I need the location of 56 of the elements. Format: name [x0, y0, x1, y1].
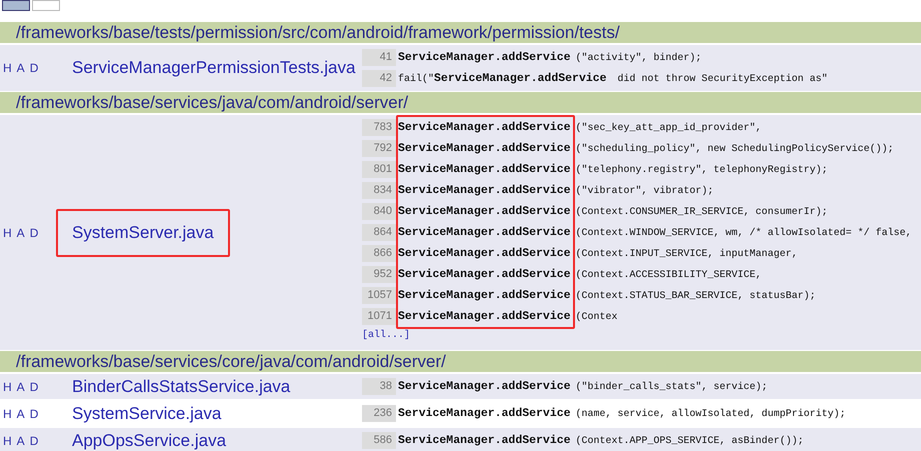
line-number: 952	[362, 266, 396, 283]
line-number: 586	[362, 432, 396, 449]
code-line: ServiceManager.addService("telephony.registry", telephonyRegistry);	[397, 162, 829, 178]
code-line: ServiceManager.addService("activity", binder);	[397, 50, 703, 66]
file-link[interactable]: D	[30, 434, 38, 448]
file-link[interactable]: H	[3, 406, 12, 420]
code-line: ServiceManager.addService(Contex	[397, 309, 619, 325]
file-link[interactable]: H	[3, 380, 12, 394]
line-number: 38	[362, 378, 396, 395]
file-name-link[interactable]: SystemServer.java	[56, 208, 230, 256]
line-number: 840	[362, 203, 396, 220]
code-line: fail("ServiceManager.addService did not throw SecurityException as"	[397, 71, 829, 87]
file-name-link[interactable]: ServiceManagerPermissionTests.java	[72, 58, 356, 78]
line-number: 1057	[362, 287, 396, 304]
line-number: 783	[362, 119, 396, 136]
code-line: ServiceManager.addService("scheduling_policy", new SchedulingPolicyService());	[397, 141, 895, 157]
line-number: 801	[362, 161, 396, 178]
code-line: ServiceManager.addService(Context.ACCESSIBILITY_SERVICE,	[397, 267, 763, 283]
code-line: ServiceManager.addService(Context.INPUT_SERVICE, inputManager,	[397, 246, 799, 262]
code-line: ServiceManager.addService("vibrator", vibrator);	[397, 183, 715, 199]
line-number: 42	[362, 70, 396, 87]
code-line: ServiceManager.addService(Context.STATUS_BAR_SERVICE, statusBar);	[397, 288, 817, 304]
line-number: 41	[362, 49, 396, 66]
file-link[interactable]: D	[30, 226, 38, 240]
file-link[interactable]: H	[3, 434, 12, 448]
color-swatch[interactable]	[32, 0, 60, 11]
file-link[interactable]: A	[16, 226, 25, 240]
show-all-link[interactable]: [all...]	[362, 327, 921, 348]
file-link[interactable]: D	[30, 406, 38, 420]
path-header: /frameworks/base/tests/permission/src/com/android/framework/permission/tests/	[0, 22, 921, 43]
line-number: 834	[362, 182, 396, 199]
code-line: ServiceManager.addService(name, service, allowIsolated, dumpPriority);	[397, 406, 847, 422]
file-name-link[interactable]: SystemService.java	[72, 404, 222, 424]
file-name-link[interactable]: BinderCallsStatsService.java	[72, 376, 290, 396]
file-link[interactable]: A	[16, 380, 25, 394]
line-number: 866	[362, 245, 396, 262]
code-line: ServiceManager.addService(Context.APP_OPS_SERVICE, asBinder());	[397, 433, 805, 449]
code-line: ServiceManager.addService(Context.CONSUMER_IR_SERVICE, consumerIr);	[397, 204, 829, 220]
file-link[interactable]: A	[16, 434, 25, 448]
file-link[interactable]: H	[3, 226, 12, 240]
code-line: ServiceManager.addService(Context.WINDOW_SERVICE, wm, /* allowIsolated= */ false,	[397, 225, 913, 241]
line-number: 1071	[362, 308, 396, 325]
file-link[interactable]: D	[30, 380, 38, 394]
file-name-link[interactable]: AppOpsService.java	[72, 430, 226, 450]
file-link[interactable]: H	[3, 61, 12, 75]
line-number: 236	[362, 405, 396, 422]
file-link[interactable]: D	[30, 61, 38, 75]
file-link[interactable]: A	[16, 61, 25, 75]
file-link[interactable]: A	[16, 406, 25, 420]
code-line: ServiceManager.addService("sec_key_att_app_id_provider",	[397, 120, 763, 136]
code-line: ServiceManager.addService("binder_calls_stats", service);	[397, 379, 769, 395]
line-number: 792	[362, 140, 396, 157]
line-number: 864	[362, 224, 396, 241]
path-header: /frameworks/base/services/core/java/com/android/server/	[0, 351, 921, 372]
path-header: /frameworks/base/services/java/com/android/server/	[0, 92, 921, 113]
color-swatch[interactable]	[2, 0, 30, 11]
